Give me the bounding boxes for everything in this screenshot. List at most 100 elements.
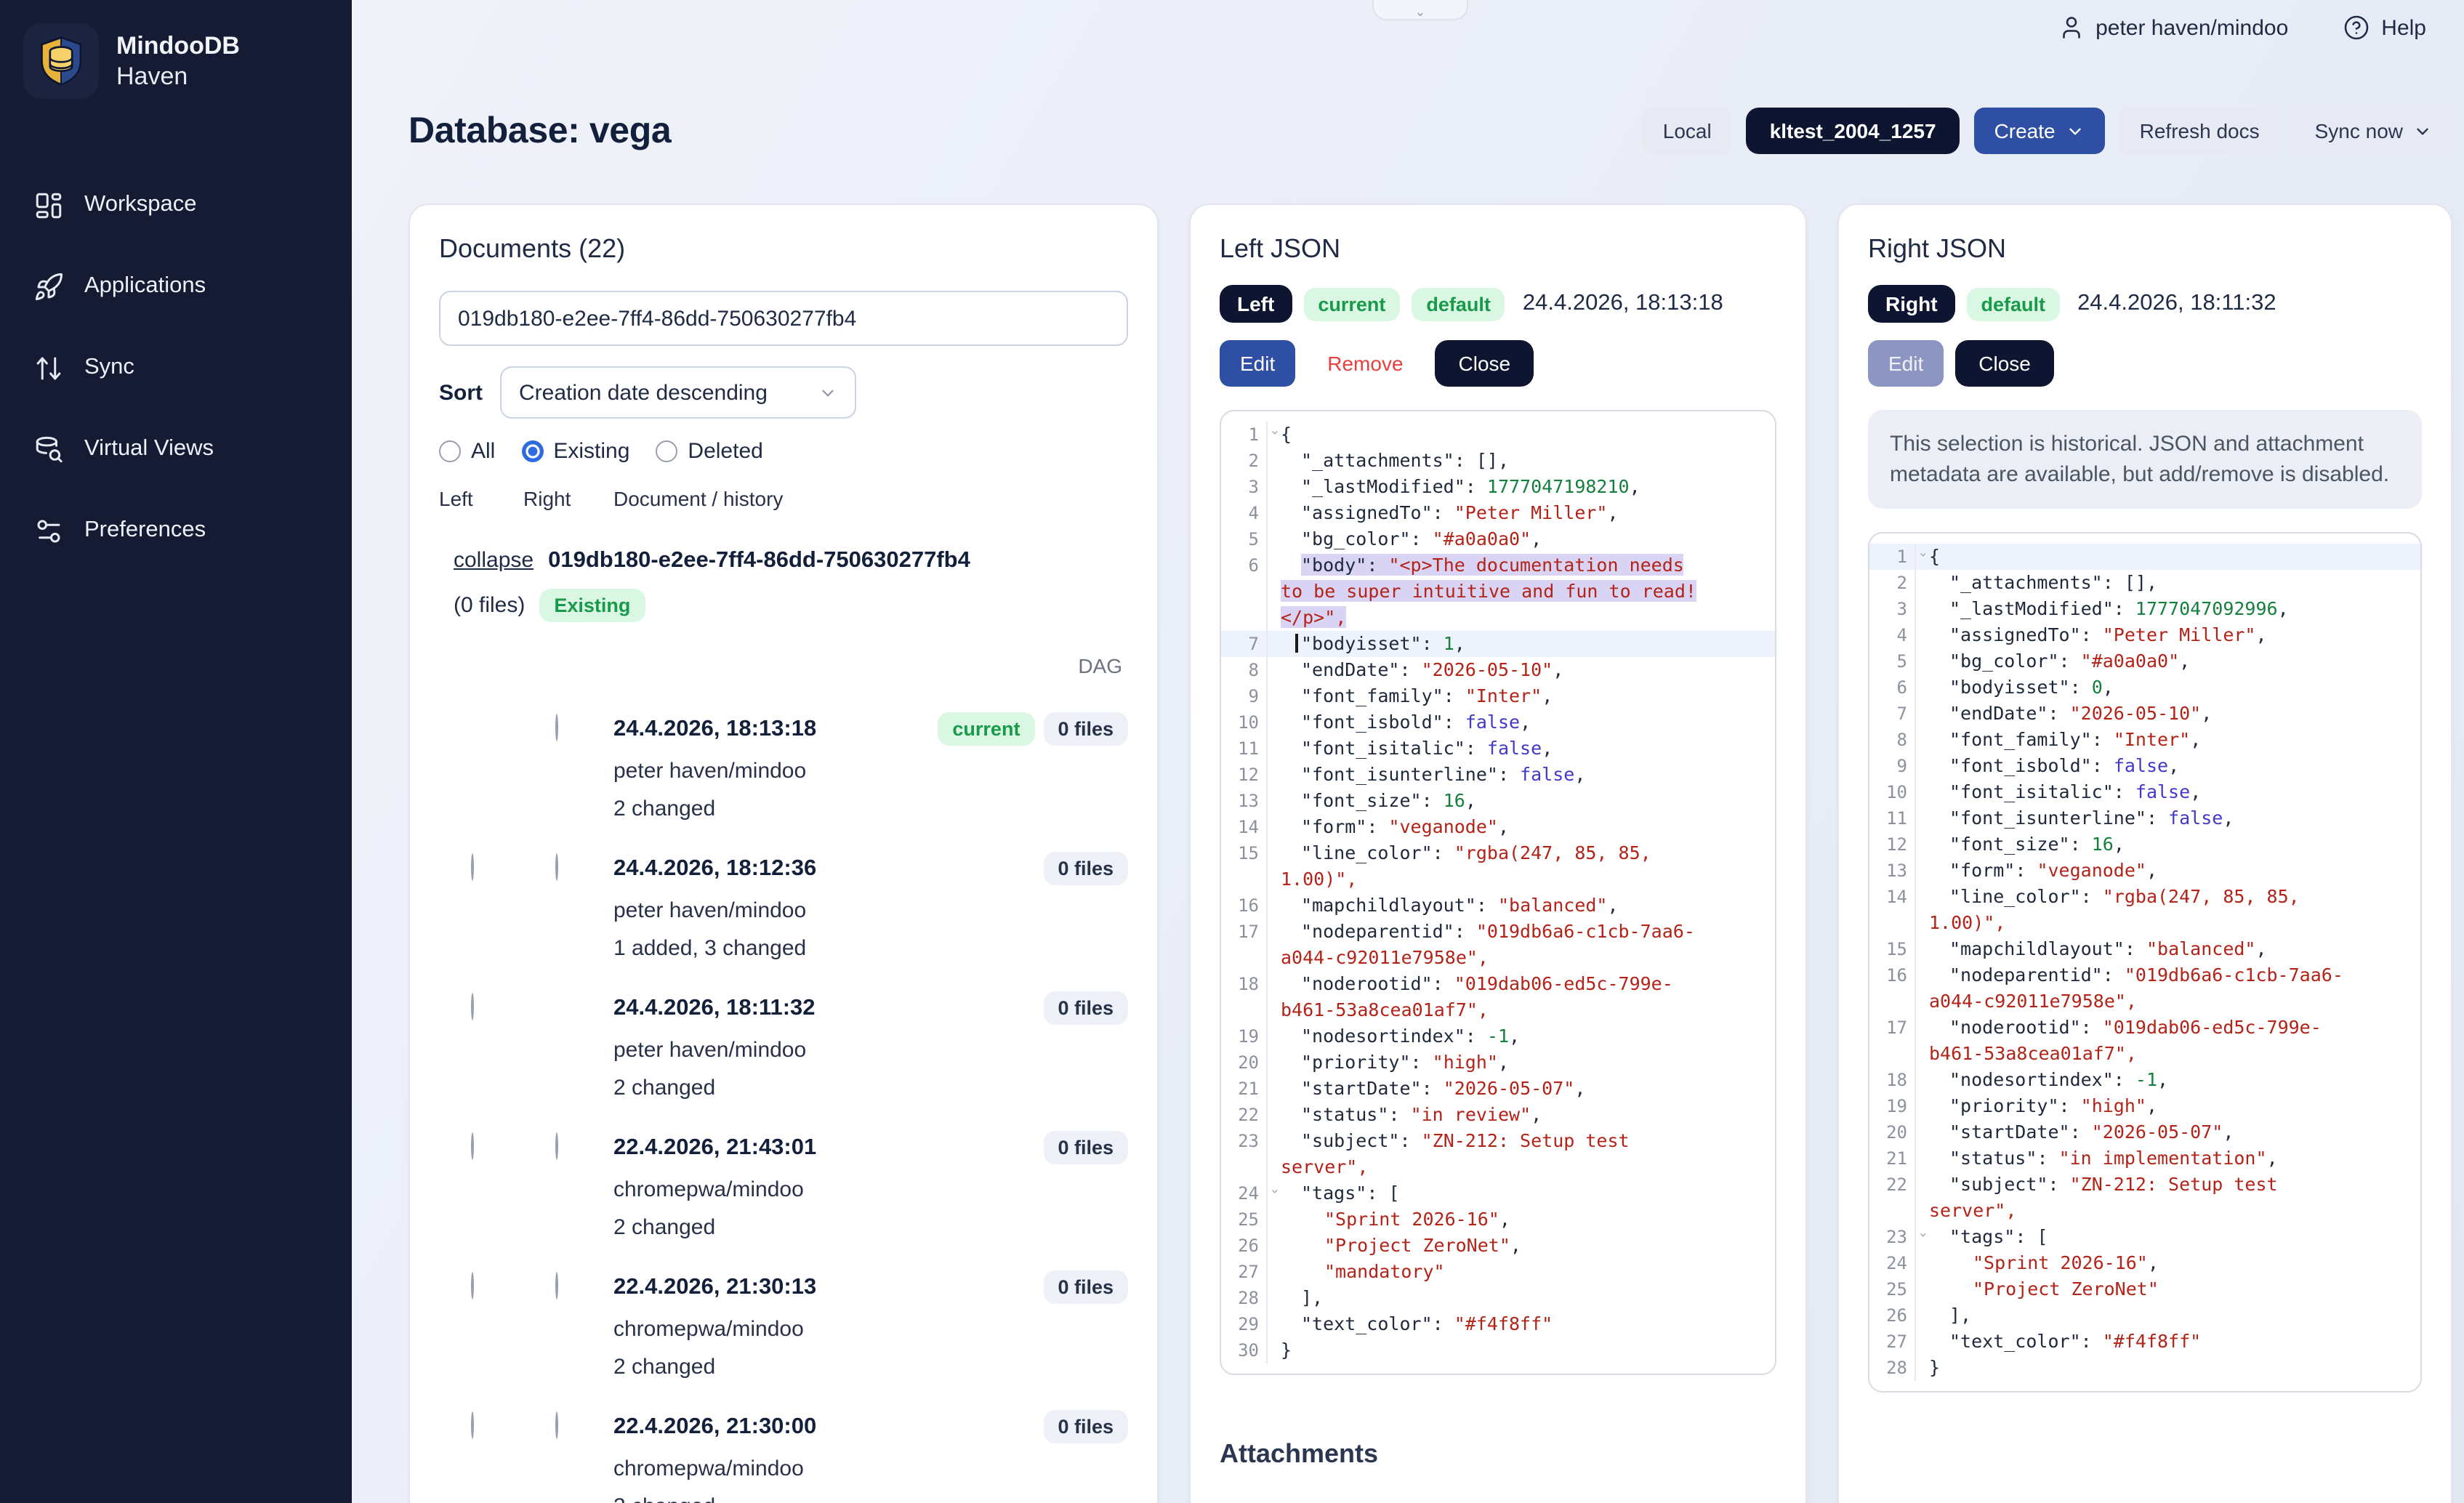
line-number	[1869, 1041, 1916, 1067]
line-number: 14	[1221, 814, 1268, 840]
current-badge: current	[938, 712, 1034, 746]
main-content: Database: vega Local kltest_2004_1257 Cr…	[352, 0, 2464, 1503]
document-search-input[interactable]	[439, 291, 1128, 346]
default-badge: default	[1412, 287, 1505, 321]
code-content: "startDate": "2026-05-07",	[1268, 1076, 1775, 1102]
line-number: 14	[1869, 884, 1916, 910]
right-select-radio[interactable]	[555, 1272, 558, 1299]
code-content: "bodyisset": 1,	[1268, 631, 1775, 657]
left-select-radio[interactable]	[471, 1411, 474, 1439]
sidebar-item-sync[interactable]: Sync	[17, 337, 334, 398]
code-content: "Project ZeroNet"	[1916, 1276, 2420, 1302]
code-content: "font_isitalic": false,	[1916, 779, 2420, 805]
close-button[interactable]: Close	[1955, 340, 2054, 387]
fold-chevron-icon[interactable]: ›	[1266, 429, 1279, 437]
sidebar-item-preferences[interactable]: Preferences	[17, 500, 334, 561]
code-line: 1.00)",	[1221, 866, 1775, 892]
left-select-radio[interactable]	[471, 1132, 474, 1160]
line-number: 23›	[1869, 1224, 1916, 1250]
sync-now-button[interactable]: Sync now	[2295, 108, 2452, 154]
sidebar-item-workspace[interactable]: Workspace	[17, 174, 334, 235]
left-select-radio[interactable]	[471, 853, 474, 881]
filter-label: All	[471, 439, 495, 464]
arrows-up-down-icon	[32, 352, 64, 384]
filter-deleted[interactable]: Deleted	[656, 439, 762, 464]
sort-select-value: Creation date descending	[519, 380, 768, 405]
code-line: to be super intuitive and fun to read!	[1221, 579, 1775, 605]
filter-all[interactable]: All	[439, 439, 495, 464]
code-line: 21"status": "in implementation",	[1869, 1145, 2420, 1172]
right-select-radio[interactable]	[555, 714, 558, 741]
line-number: 11	[1221, 736, 1268, 762]
radio-icon[interactable]	[656, 440, 677, 462]
filter-existing[interactable]: Existing	[521, 439, 629, 464]
revision-changes: 2 changed	[613, 797, 1128, 821]
local-button[interactable]: Local	[1643, 108, 1732, 154]
remove-button[interactable]: Remove	[1307, 340, 1423, 387]
revision-changes: 3 changed	[613, 1494, 1128, 1503]
sort-row: Sort Creation date descending	[439, 366, 1128, 419]
line-number: 30	[1221, 1337, 1268, 1363]
line-number: 6	[1869, 674, 1916, 701]
refresh-docs-button[interactable]: Refresh docs	[2119, 108, 2280, 154]
code-content: b461-53a8cea01af7",	[1268, 997, 1775, 1023]
code-content: 1.00)",	[1916, 910, 2420, 936]
files-badge: 0 files	[1043, 1270, 1128, 1304]
fold-chevron-icon[interactable]: ›	[1266, 1188, 1279, 1196]
code-line: 7"endDate": "2026-05-10",	[1869, 701, 2420, 727]
code-content: "nodesortindex": -1,	[1916, 1067, 2420, 1093]
left-json-panel: Left JSON Left current default 24.4.2026…	[1189, 204, 1807, 1503]
right-select-radio[interactable]	[555, 1411, 558, 1439]
left-select-radio[interactable]	[471, 1272, 474, 1299]
revision-changes: 2 changed	[613, 1076, 1128, 1100]
code-line: 18"noderootid": "019dab06-ed5c-799e-	[1221, 971, 1775, 997]
sidebar-item-label: Applications	[84, 273, 206, 299]
code-line: 6"bodyisset": 0,	[1869, 674, 2420, 701]
code-line: 3"_lastModified": 1777047092996,	[1869, 596, 2420, 622]
code-content: "tags": [	[1916, 1224, 2420, 1250]
right-select-radio[interactable]	[555, 1132, 558, 1160]
side-badge-right: Right	[1868, 285, 1955, 323]
radio-icon[interactable]	[439, 440, 461, 462]
edit-button-disabled[interactable]: Edit	[1868, 340, 1944, 387]
line-number: 4	[1869, 622, 1916, 648]
code-content: "text_color": "#f4f8ff"	[1268, 1311, 1775, 1337]
sort-select[interactable]: Creation date descending	[500, 366, 856, 419]
left-json-editor[interactable]: 1›{2"_attachments": [],3"_lastModified":…	[1220, 410, 1776, 1375]
radio-icon[interactable]	[521, 440, 543, 462]
database-badge: kltest_2004_1257	[1747, 108, 1960, 154]
edit-button[interactable]: Edit	[1220, 340, 1295, 387]
code-line: 3"_lastModified": 1777047198210,	[1221, 474, 1775, 500]
revision-author: chromepwa/mindoo	[613, 1317, 1128, 1342]
line-number: 28	[1869, 1355, 1916, 1381]
code-line: 10"font_isbold": false,	[1221, 709, 1775, 736]
fold-chevron-icon[interactable]: ›	[1915, 551, 1928, 559]
filter-label: Existing	[553, 439, 629, 464]
line-number: 21	[1221, 1076, 1268, 1102]
code-content: "bg_color": "#a0a0a0",	[1916, 648, 2420, 674]
code-content: "endDate": "2026-05-10",	[1268, 657, 1775, 683]
files-badge: 0 files	[1043, 1410, 1128, 1443]
create-button[interactable]: Create	[1974, 108, 2105, 154]
default-badge: default	[1967, 287, 2061, 321]
right-json-editor[interactable]: 1›{2"_attachments": [],3"_lastModified":…	[1868, 532, 2422, 1393]
left-select-radio[interactable]	[471, 993, 474, 1020]
line-number: 12	[1221, 762, 1268, 788]
line-number	[1221, 997, 1268, 1023]
code-content: "nodeparentid": "019db6a6-c1cb-7aa6-	[1268, 919, 1775, 945]
sidebar-item-applications[interactable]: Applications	[17, 256, 334, 317]
sidebar-item-virtual-views[interactable]: Virtual Views	[17, 419, 334, 480]
document-filters: All Existing Deleted	[439, 439, 1128, 464]
document-history-list: 24.4.2026, 18:13:18current0 filespeter h…	[439, 698, 1128, 1503]
fold-chevron-icon[interactable]: ›	[1915, 1231, 1928, 1239]
chevron-down-icon	[2066, 121, 2085, 140]
code-content: "line_color": "rgba(247, 85, 85,	[1268, 840, 1775, 866]
collapse-link[interactable]: collapse	[454, 548, 534, 573]
right-select-radio[interactable]	[555, 853, 558, 881]
code-line: 1›{	[1869, 544, 2420, 570]
line-number: 28	[1221, 1285, 1268, 1311]
code-line: 9"font_isbold": false,	[1869, 753, 2420, 779]
line-number: 26	[1869, 1302, 1916, 1329]
line-number	[1221, 579, 1268, 605]
close-button[interactable]: Close	[1436, 340, 1534, 387]
